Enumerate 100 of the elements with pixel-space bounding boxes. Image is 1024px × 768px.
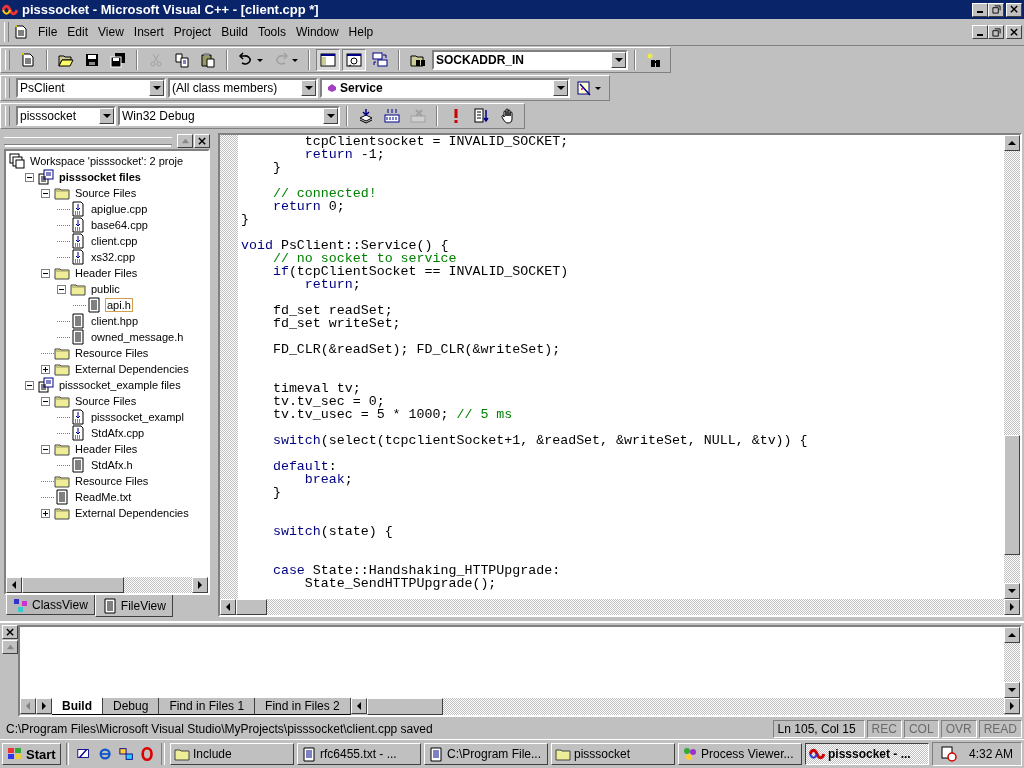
close-button[interactable] <box>194 134 210 148</box>
scroll-right-button[interactable] <box>1004 698 1020 714</box>
taskbar-button[interactable]: C:\Program File... <box>424 743 548 765</box>
maximize-button[interactable] <box>2 640 18 654</box>
scrollbar-thumb[interactable] <box>1004 435 1020 555</box>
arrow-icon <box>42 702 46 710</box>
expander-icon[interactable] <box>25 380 34 390</box>
scrollbar-thumb[interactable] <box>22 577 124 593</box>
scroll-right-button[interactable] <box>192 577 208 593</box>
menu-item[interactable]: Build <box>216 25 253 39</box>
ring-icon[interactable] <box>140 746 155 762</box>
tree-item[interactable]: StdAfx.h <box>89 458 135 472</box>
combo-box[interactable]: PsClient <box>16 78 166 98</box>
tree-item[interactable]: Workspace 'pisssocket': 2 proje <box>28 154 186 168</box>
menu-item[interactable]: Help <box>343 25 379 39</box>
scroll-down-button[interactable] <box>1004 682 1020 698</box>
output-window-button[interactable] <box>342 49 366 71</box>
tree-item[interactable]: ReadMe.txt <box>73 490 134 504</box>
code-line: fd_set writeSet; <box>271 317 401 330</box>
tab-scroll-right-button[interactable] <box>36 698 52 714</box>
menu-item[interactable]: File <box>33 25 63 39</box>
tree-item[interactable]: Resource Files <box>73 474 151 488</box>
tree-item[interactable]: Header Files <box>73 442 140 456</box>
scroll-down-button[interactable] <box>1004 583 1020 599</box>
expander-icon[interactable] <box>57 284 66 294</box>
menu-item[interactable]: Tools <box>252 25 291 39</box>
tree-item[interactable]: base64.cpp <box>89 218 150 232</box>
find-in-files-icon <box>410 52 426 68</box>
combo-box[interactable]: pisssocket <box>16 106 116 126</box>
tree-item[interactable]: Source Files <box>73 394 139 408</box>
workspace-button[interactable] <box>316 49 340 71</box>
combo-box[interactable]: Service <box>320 78 570 98</box>
network-icon[interactable] <box>118 746 133 762</box>
menu-item[interactable]: Project <box>168 25 217 39</box>
browser-icon[interactable] <box>97 746 112 762</box>
combo-box[interactable]: (All class members) <box>168 78 318 98</box>
tree-item[interactable]: External Dependencies <box>73 506 191 520</box>
tree-item[interactable]: xs32.cpp <box>89 250 138 264</box>
code-editor[interactable] <box>218 133 1022 617</box>
menu-item[interactable]: Edit <box>62 25 94 39</box>
tab-scroll-left-button[interactable] <box>20 698 36 714</box>
close-button[interactable] <box>1006 25 1022 39</box>
combo-box[interactable]: Win32 Debug <box>118 106 340 126</box>
expander-icon[interactable] <box>41 396 50 406</box>
scrollbar-thumb[interactable] <box>366 698 444 715</box>
tree-item[interactable]: client.cpp <box>89 234 140 248</box>
tree-item[interactable]: External Dependencies <box>73 362 191 376</box>
taskbar-button[interactable]: pisssocket <box>551 743 675 765</box>
expander-icon[interactable] <box>41 364 50 374</box>
tree-item[interactable]: pisssocket_exampl <box>89 410 186 424</box>
expander-icon[interactable] <box>25 172 34 182</box>
tree-item[interactable]: pisssocket files <box>57 170 143 184</box>
code-line: switch(select(tcpclientSocket+1, &readSet, &writeSet, NULL, &tv)) { <box>271 434 808 447</box>
close-button[interactable] <box>2 625 18 639</box>
tree-item[interactable]: Header Files <box>73 266 140 280</box>
tree-item[interactable]: client.hpp <box>89 314 141 328</box>
tab[interactable]: ClassView <box>6 595 95 615</box>
menu-item[interactable]: View <box>93 25 129 39</box>
tree-item[interactable]: StdAfx.cpp <box>89 426 147 440</box>
status-indicator: OVR <box>940 720 977 738</box>
restore-button[interactable] <box>988 2 1004 17</box>
drag-handle[interactable] <box>4 137 172 145</box>
maximize-button[interactable] <box>177 134 193 148</box>
tree-item[interactable]: public <box>89 282 122 296</box>
scroll-up-button[interactable] <box>1004 627 1020 643</box>
scroll-right-button[interactable] <box>1004 599 1020 615</box>
taskbar-button[interactable]: rfc6455.txt - ... <box>297 743 421 765</box>
scroll-left-button[interactable] <box>6 577 22 593</box>
arrow-icon <box>1008 589 1016 593</box>
minimize-button[interactable] <box>972 2 988 17</box>
tab[interactable]: FileView <box>94 595 173 617</box>
restore-button[interactable] <box>988 25 1004 39</box>
tab[interactable]: Debug <box>103 698 160 715</box>
start-button[interactable]: Start <box>2 743 61 765</box>
taskbar-button[interactable]: pisssocket - ... <box>805 743 929 765</box>
expander-icon[interactable] <box>41 268 50 278</box>
tree-item[interactable]: Resource Files <box>73 346 151 360</box>
taskbar-button[interactable]: Include <box>170 743 294 765</box>
tree-item[interactable]: api.h <box>105 298 133 312</box>
minimize-button[interactable] <box>972 25 988 39</box>
combo-box[interactable]: SOCKADDR_IN <box>432 50 628 70</box>
tab[interactable]: Find in Files 2 <box>255 698 351 715</box>
expander-icon[interactable] <box>41 508 50 518</box>
cursor-position: Ln 105, Col 15 <box>772 720 865 738</box>
tab[interactable]: Find in Files 1 <box>159 698 256 715</box>
expander-icon[interactable] <box>41 444 50 454</box>
menu-item[interactable]: Insert <box>128 25 169 39</box>
code-line: break; <box>303 473 353 486</box>
scrollbar-thumb[interactable] <box>236 599 267 615</box>
tree-item[interactable]: owned_message.h <box>89 330 186 344</box>
close-button[interactable] <box>1006 2 1022 17</box>
menu-item[interactable]: Window <box>290 25 344 39</box>
scroll-up-button[interactable] <box>1004 135 1020 151</box>
taskbar-button[interactable]: Process Viewer... <box>678 743 802 765</box>
scroll-left-button[interactable] <box>220 599 236 615</box>
tree-item[interactable]: Source Files <box>73 186 139 200</box>
tree-item[interactable]: apiglue.cpp <box>89 202 150 216</box>
expander-icon[interactable] <box>41 188 50 198</box>
tab[interactable]: Build <box>52 698 103 715</box>
tree-item[interactable]: pisssocket_example files <box>57 378 183 392</box>
